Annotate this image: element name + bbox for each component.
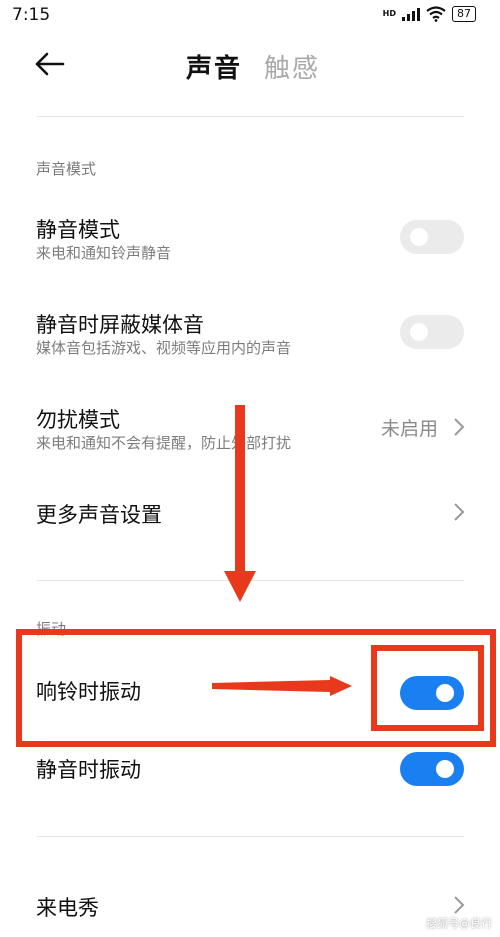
tab-sound[interactable]: 声音 (186, 48, 242, 85)
mute-media-toggle[interactable] (400, 315, 464, 349)
top-bar: 声音 触感 (0, 30, 500, 100)
setting-subtitle: 来电和通知铃声静音 (36, 244, 172, 262)
divider (36, 116, 464, 117)
divider (36, 836, 464, 837)
chevron-right-icon (454, 418, 465, 436)
setting-title: 静音时振动 (36, 758, 141, 782)
silent-mode-toggle[interactable] (400, 220, 464, 254)
wifi-icon (426, 6, 446, 22)
setting-title: 来电秀 (36, 896, 99, 920)
status-bar: 7:15 HD 87 (0, 0, 500, 30)
setting-more-sound[interactable]: 更多声音设置 (0, 495, 500, 535)
section-label-sound-mode: 声音模式 (36, 160, 97, 178)
setting-subtitle: 媒体音包括游戏、视频等应用内的声音 (36, 339, 292, 357)
setting-vibrate-on-ring[interactable]: 响铃时振动 (0, 670, 500, 714)
annotation-overlay (16, 405, 496, 747)
arrow-left-icon[interactable] (30, 44, 70, 84)
setting-vibrate-on-silent[interactable]: 静音时振动 (0, 748, 500, 792)
setting-title: 静音时屏蔽媒体音 (36, 313, 204, 337)
watermark: 搜狐号@良行 (426, 917, 492, 930)
toggle-knob (436, 684, 454, 702)
chevron-right-icon (454, 503, 465, 521)
chevron-right-icon (454, 896, 465, 914)
setting-title: 更多声音设置 (36, 503, 162, 527)
setting-do-not-disturb[interactable]: 勿扰模式 来电和通知不会有提醒，防止外部打扰 未启用 (0, 400, 500, 460)
setting-title: 响铃时振动 (36, 680, 141, 704)
tab-haptic[interactable]: 触感 (264, 48, 320, 85)
status-icons: HD 87 (383, 6, 476, 22)
dnd-status-value: 未启用 (380, 418, 438, 440)
vibrate-on-ring-toggle[interactable] (400, 676, 464, 710)
signal-icon (402, 7, 420, 21)
setting-title: 静音模式 (36, 218, 120, 242)
toggle-knob (436, 760, 454, 778)
toggle-knob (410, 323, 428, 341)
hd-icon: HD (382, 9, 396, 18)
setting-caller-show[interactable]: 来电秀 (0, 888, 500, 928)
toggle-knob (410, 228, 428, 246)
divider (36, 580, 464, 581)
vibrate-on-silent-toggle[interactable] (400, 752, 464, 786)
status-time: 7:15 (12, 5, 51, 25)
setting-silent-mode[interactable]: 静音模式 来电和通知铃声静音 (0, 210, 500, 270)
setting-title: 勿扰模式 (36, 408, 120, 432)
setting-subtitle: 来电和通知不会有提醒，防止外部打扰 (36, 434, 292, 452)
battery-icon: 87 (452, 6, 476, 22)
section-label-vibration: 振动 (36, 620, 67, 638)
setting-mute-media[interactable]: 静音时屏蔽媒体音 媒体音包括游戏、视频等应用内的声音 (0, 305, 500, 365)
